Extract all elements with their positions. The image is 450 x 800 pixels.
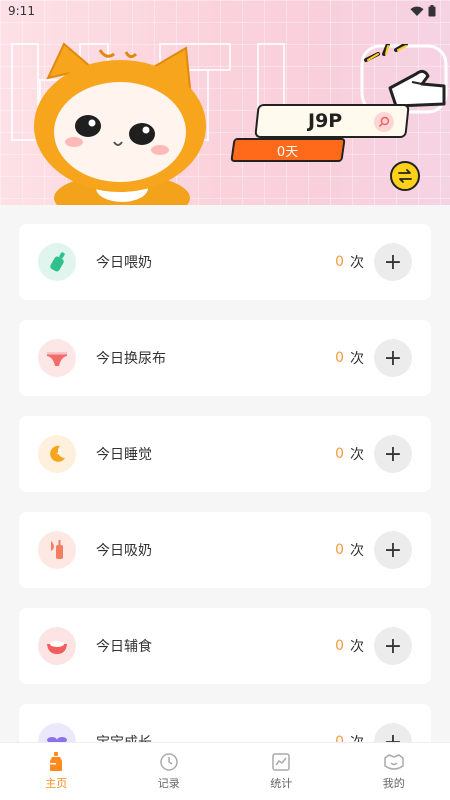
- card-feeding[interactable]: 今日喂奶 0 次 +: [19, 224, 431, 300]
- card-unit: 次: [350, 732, 364, 742]
- baby-name-bubble[interactable]: J9P: [254, 104, 410, 138]
- nav-label: 统计: [270, 777, 293, 790]
- bottom-nav: 主页 记录 统计 我的: [0, 742, 450, 800]
- nav-label: 主页: [45, 777, 68, 790]
- add-button[interactable]: +: [374, 723, 412, 742]
- card-count: 0: [335, 254, 344, 270]
- battery-icon: [428, 5, 436, 17]
- card-unit: 次: [350, 255, 364, 271]
- breast-pump-icon: [38, 531, 76, 569]
- card-count: 0: [335, 350, 344, 366]
- status-bar: 9:11: [0, 0, 450, 22]
- profile-header: J9P 0天: [0, 0, 450, 205]
- card-label: 今日喂奶: [96, 255, 152, 271]
- card-label: 今日睡觉: [96, 447, 152, 463]
- card-unit: 次: [350, 543, 364, 559]
- card-count: 0: [335, 446, 344, 462]
- growth-icon: [38, 723, 76, 742]
- card-unit: 次: [350, 447, 364, 463]
- moon-icon: [38, 435, 76, 473]
- card-count: 0: [335, 542, 344, 558]
- switch-baby-button[interactable]: [390, 161, 420, 191]
- nav-records[interactable]: 记录: [113, 743, 226, 800]
- add-button[interactable]: +: [374, 339, 412, 377]
- daily-records-list: 今日喂奶 0 次 + 今日换尿布 0 次 + 今日睡觉 0 次 + 今日吸奶 0…: [0, 205, 450, 742]
- card-unit: 次: [350, 351, 364, 367]
- search-icon[interactable]: [373, 112, 394, 132]
- nav-label: 我的: [382, 777, 405, 790]
- card-count: 0: [335, 734, 344, 742]
- card-label: 今日辅食: [96, 639, 152, 655]
- card-unit: 次: [350, 639, 364, 655]
- wifi-icon: [410, 6, 424, 16]
- days-badge: 0天: [230, 138, 346, 162]
- card-sleep[interactable]: 今日睡觉 0 次 +: [19, 416, 431, 492]
- nav-stats[interactable]: 统计: [225, 743, 338, 800]
- nav-mine[interactable]: 我的: [338, 743, 450, 800]
- add-button[interactable]: +: [374, 531, 412, 569]
- add-button[interactable]: +: [374, 243, 412, 281]
- bottle-icon: [38, 243, 76, 281]
- bowl-icon: [38, 627, 76, 665]
- nav-label: 记录: [157, 777, 180, 790]
- days-label: 0天: [277, 144, 299, 160]
- chart-icon: [272, 753, 290, 771]
- diaper-icon: [38, 339, 76, 377]
- home-bottle-icon: [50, 752, 63, 771]
- swap-arrows-icon: [398, 169, 412, 183]
- nav-home[interactable]: 主页: [0, 743, 113, 800]
- add-button[interactable]: +: [374, 627, 412, 665]
- card-label: 宝宝成长: [96, 732, 335, 742]
- card-pumping[interactable]: 今日吸奶 0 次 +: [19, 512, 431, 588]
- add-button[interactable]: +: [374, 435, 412, 473]
- card-diaper[interactable]: 今日换尿布 0 次 +: [19, 320, 431, 396]
- profile-icon: [384, 754, 404, 770]
- clock-icon: [160, 753, 178, 771]
- cat-mascot-illustration: [34, 42, 206, 205]
- status-icons: [410, 5, 436, 17]
- baby-name: J9P: [307, 110, 343, 132]
- card-growth[interactable]: 宝宝成长 0 次 +: [19, 704, 431, 742]
- status-time: 9:11: [8, 4, 35, 18]
- card-count: 0: [335, 638, 344, 654]
- card-label: 今日换尿布: [96, 351, 166, 367]
- card-solid-food[interactable]: 今日辅食 0 次 +: [19, 608, 431, 684]
- card-label: 今日吸奶: [96, 543, 152, 559]
